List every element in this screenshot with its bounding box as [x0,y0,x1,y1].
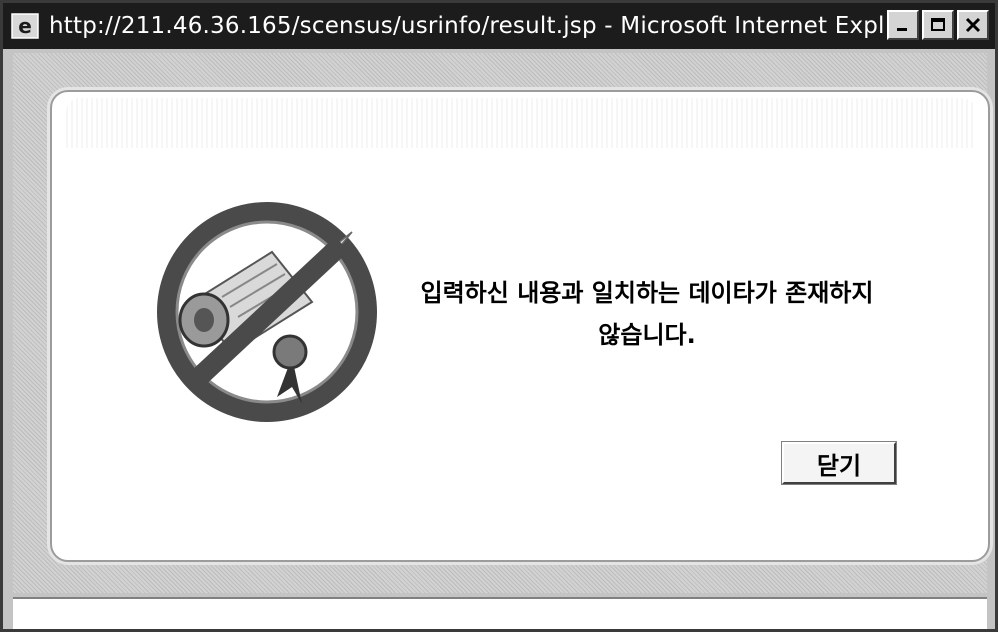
message-line-2: 않습니다. [598,321,696,349]
title-bar[interactable]: e http://211.46.36.165/scensus/usrinfo/r… [3,3,995,49]
close-icon [965,17,981,33]
internet-explorer-icon: e [9,9,43,43]
result-dialog: 입력하신 내용과 일치하는 데이타가 존재하지 않습니다. 닫기 [50,90,990,562]
maximize-button[interactable] [922,10,954,40]
status-bar [13,597,987,629]
maximize-icon [931,18,945,31]
window-controls [887,10,989,40]
svg-text:e: e [18,14,32,38]
minimize-button[interactable] [887,10,919,40]
window-title: http://211.46.36.165/scensus/usrinfo/res… [49,13,899,39]
dialog-header-decoration [66,98,976,148]
no-data-message: 입력하신 내용과 일치하는 데이타가 존재하지 않습니다. [387,272,907,356]
minimize-icon [897,28,907,31]
close-button[interactable]: 닫기 [781,441,897,485]
close-window-button[interactable] [957,10,989,40]
page-content: 입력하신 내용과 일치하는 데이타가 존재하지 않습니다. 닫기 [13,53,990,593]
message-line-1: 입력하신 내용과 일치하는 데이타가 존재하지 [420,279,874,307]
no-document-icon [157,202,377,422]
browser-window: e http://211.46.36.165/scensus/usrinfo/r… [0,0,998,632]
